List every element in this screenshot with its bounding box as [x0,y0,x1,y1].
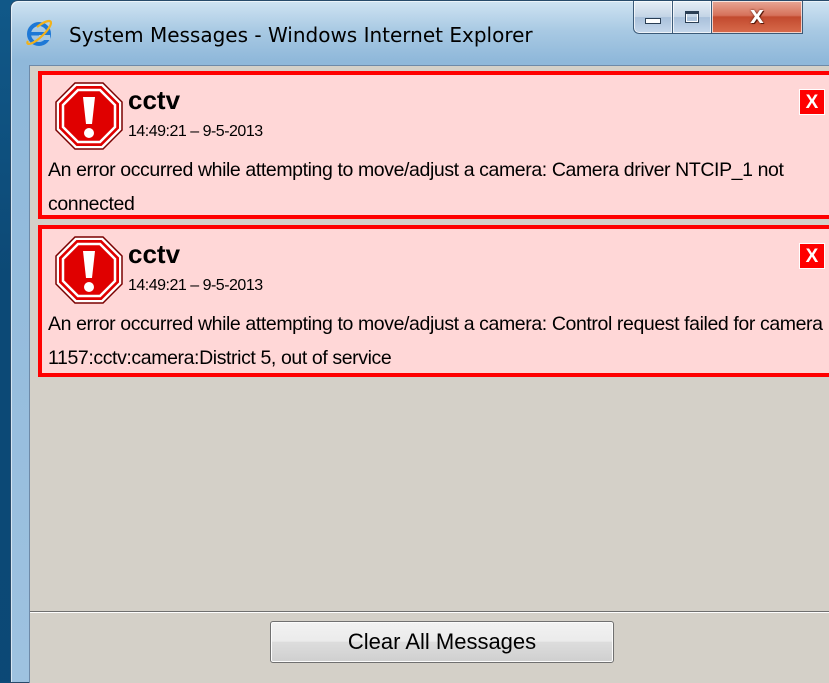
close-window-button[interactable]: X [712,1,803,34]
error-message: cctv 14:49:21 – 9-5-2013 An error occurr… [38,225,829,377]
message-timestamp: 14:49:21 – 9-5-2013 [128,277,263,294]
title-bar[interactable]: System Messages - Windows Internet Explo… [11,1,829,65]
maximize-button[interactable] [673,1,712,34]
message-timestamp: 14:49:21 – 9-5-2013 [128,123,263,140]
message-text: An error occurred while attempting to mo… [48,313,823,369]
window-controls: X [633,1,803,35]
footer-divider [30,611,829,613]
message-source: cctv [128,85,181,115]
message-source: cctv [128,239,181,269]
minimize-icon [645,18,661,24]
clear-all-messages-button[interactable]: Clear All Messages [270,621,614,663]
error-stop-icon [55,236,123,304]
message-text: An error occurred while attempting to mo… [48,159,784,215]
dismiss-message-button[interactable]: X [799,243,825,269]
close-icon: X [750,6,764,28]
dismiss-message-button[interactable]: X [799,89,825,115]
maximize-icon [685,11,699,23]
window-title: System Messages - Windows Internet Explo… [69,23,533,47]
page-content: cctv 14:49:21 – 9-5-2013 An error occurr… [29,65,829,683]
error-message: cctv 14:49:21 – 9-5-2013 An error occurr… [38,71,829,219]
browser-window: System Messages - Windows Internet Explo… [10,0,829,683]
internet-explorer-icon [26,19,53,46]
error-stop-icon [55,82,123,150]
minimize-button[interactable] [633,1,673,34]
